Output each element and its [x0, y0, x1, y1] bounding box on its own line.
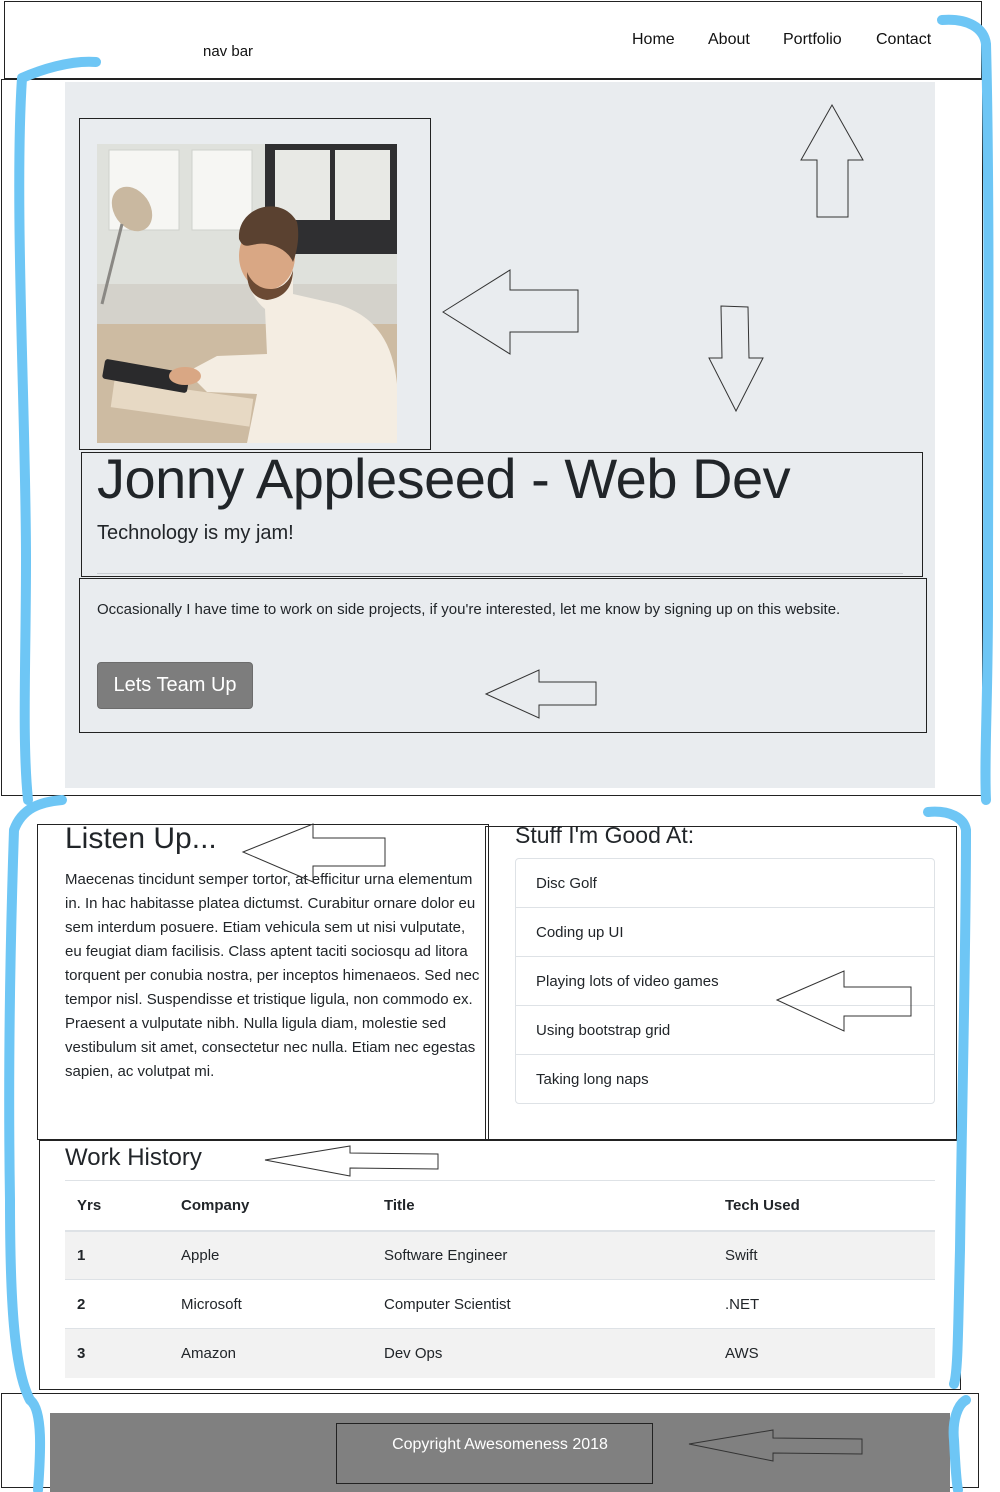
arrow-left-annotation	[264, 1145, 439, 1177]
blue-annotation-strokes	[4, 14, 994, 1492]
arrow-left-annotation	[442, 269, 579, 355]
arrow-left-annotation	[688, 1429, 863, 1462]
arrow-down-annotation	[708, 305, 764, 413]
outline-arrows	[241, 103, 912, 1462]
annotation-overlay	[4, 14, 994, 1492]
arrow-up-annotation	[800, 103, 864, 218]
arrow-left-annotation	[775, 970, 912, 1032]
arrow-left-annotation	[241, 823, 386, 883]
arrow-left-annotation	[484, 669, 597, 719]
